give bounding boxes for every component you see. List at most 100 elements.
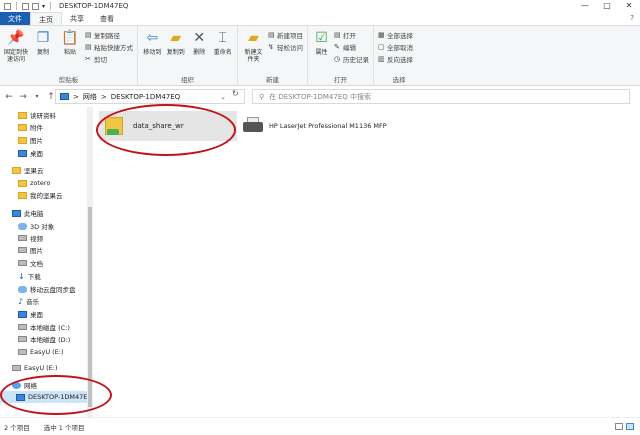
sidebar-item-nutstore[interactable]: 坚果云 bbox=[12, 164, 44, 176]
history-button[interactable]: ◷ 历史记录 bbox=[334, 54, 369, 64]
sidebar-item-this-pc[interactable]: 此电脑 bbox=[12, 207, 44, 219]
sidebar-item-3d-objects[interactable]: 3D 对象 bbox=[18, 220, 54, 232]
copy-path-icon: ▤ bbox=[85, 30, 92, 39]
details-view-icon[interactable] bbox=[615, 423, 623, 430]
select-none-icon: ▢ bbox=[378, 42, 385, 51]
move-to-label: 移动到 bbox=[143, 49, 162, 56]
help-icon[interactable]: ? bbox=[630, 14, 634, 22]
clipboard-group-label: 剪贴板 bbox=[58, 76, 79, 84]
folder-icon bbox=[18, 191, 27, 199]
recent-locations-button[interactable]: ▾ bbox=[30, 93, 44, 100]
computer-icon bbox=[16, 393, 25, 401]
sidebar-item-downloads[interactable]: ↓ 下载 bbox=[18, 270, 41, 282]
sidebar-item-desktop-computer[interactable]: DESKTOP-1DM47E bbox=[0, 391, 88, 403]
printer-icon bbox=[243, 117, 265, 135]
edit-button[interactable]: ✎ 编辑 bbox=[334, 42, 369, 52]
open-button[interactable]: ▤ 打开 bbox=[334, 30, 369, 40]
breadcrumb-network[interactable]: 网络 bbox=[83, 92, 97, 102]
sidebar-item-zotero[interactable]: zotero bbox=[18, 177, 50, 189]
maximize-button[interactable]: □ bbox=[596, 0, 618, 12]
status-bar: 2 个项目 选中 1 个项目 bbox=[0, 417, 640, 435]
explorer-icon bbox=[4, 2, 11, 10]
close-button[interactable]: ✕ bbox=[618, 0, 640, 12]
sidebar-item-network[interactable]: 网络 bbox=[12, 379, 37, 391]
open-label: 打开 bbox=[343, 32, 356, 40]
breadcrumb-desktop[interactable]: DESKTOP-1DM47EQ bbox=[111, 93, 180, 101]
sidebar-item-drive-c[interactable]: 本地磁盘 (C:) bbox=[18, 321, 70, 333]
new-folder-icon[interactable] bbox=[32, 2, 39, 10]
tab-view[interactable]: 查看 bbox=[92, 12, 122, 25]
copy-path-button[interactable]: ▤ 复制路径 bbox=[85, 30, 133, 40]
sidebar-item-pictures[interactable]: 图片 bbox=[18, 244, 43, 256]
select-all-icon: ▦ bbox=[378, 30, 385, 39]
sidebar-item-drive-e[interactable]: EasyU (E:) bbox=[18, 346, 64, 358]
tab-share[interactable]: 共享 bbox=[62, 12, 92, 25]
forward-button[interactable]: → bbox=[16, 92, 30, 102]
properties-icon[interactable] bbox=[22, 2, 29, 10]
sidebar-item-label: 此电脑 bbox=[24, 210, 44, 218]
sidebar-item-my-nutstore[interactable]: 我的坚果云 bbox=[18, 189, 63, 201]
organize-group-label: 组织 bbox=[181, 76, 194, 84]
sidebar-item-videos[interactable]: 视频 bbox=[18, 232, 43, 244]
sidebar-item-drive-d[interactable]: 本地磁盘 (D:) bbox=[18, 333, 70, 345]
sidebar-item-documents[interactable]: 文档 bbox=[18, 257, 43, 269]
select-all-button[interactable]: ▦ 全部选择 bbox=[378, 30, 413, 40]
sidebar-item-drive-e-root[interactable]: EasyU (E:) bbox=[12, 362, 58, 374]
copy-icon: ❐ bbox=[36, 29, 50, 46]
rename-label: 重命名 bbox=[213, 49, 232, 56]
sidebar-item-pictures-folder[interactable]: 图片 bbox=[18, 134, 43, 146]
download-icon: ↓ bbox=[18, 271, 25, 281]
easy-access-button[interactable]: ↯ 轻松访问 bbox=[268, 42, 303, 52]
easy-access-icon: ↯ bbox=[268, 42, 274, 51]
shared-folder-icon bbox=[105, 115, 125, 137]
chevron-down-icon[interactable]: ▾ bbox=[42, 3, 45, 10]
new-group-label: 新建 bbox=[266, 76, 279, 84]
cut-button[interactable]: ✂ 剪切 bbox=[85, 54, 133, 64]
easy-access-label: 轻松访问 bbox=[277, 44, 303, 52]
ribbon-tabs: 文件 主页 共享 查看 bbox=[0, 12, 640, 26]
content-pane: data_share_wr HP LaserJet Professional M… bbox=[93, 107, 640, 417]
sidebar-item-reading-materials[interactable]: 读研资料 bbox=[18, 109, 56, 121]
sidebar-item-label: 本地磁盘 (D:) bbox=[30, 336, 71, 344]
documents-icon bbox=[18, 260, 27, 266]
tab-home[interactable]: 主页 bbox=[30, 12, 62, 25]
breadcrumb-separator: > bbox=[73, 92, 79, 101]
select-none-button[interactable]: ▢ 全部取消 bbox=[378, 42, 413, 52]
drive-icon bbox=[18, 336, 27, 342]
sidebar-item-music[interactable]: ♪ 音乐 bbox=[18, 295, 39, 307]
open-group-label: 打开 bbox=[334, 76, 347, 84]
divider bbox=[50, 2, 52, 10]
tab-file[interactable]: 文件 bbox=[0, 12, 30, 25]
selected-count: 选中 1 个项目 bbox=[43, 423, 85, 432]
search-placeholder: 在 DESKTOP-1DM47EQ 中搜索 bbox=[269, 92, 371, 101]
sidebar-item-desktop[interactable]: 桌面 bbox=[18, 308, 43, 320]
refresh-button[interactable]: ↻ bbox=[232, 89, 239, 98]
paste-shortcut-button[interactable]: ▤ 粘贴快捷方式 bbox=[85, 42, 133, 52]
scrollbar-thumb[interactable] bbox=[88, 207, 92, 407]
tiles-view-icon[interactable] bbox=[626, 423, 634, 430]
sidebar-item-attachments[interactable]: 附件 bbox=[18, 121, 43, 133]
item-label: HP LaserJet Professional M1136 MFP bbox=[269, 122, 387, 130]
properties-label: 属性 bbox=[315, 49, 328, 56]
list-item-shared-folder[interactable]: data_share_wr bbox=[99, 111, 237, 141]
select-group-label: 选择 bbox=[392, 76, 406, 84]
item-label: data_share_wr bbox=[133, 122, 184, 130]
back-button[interactable]: ← bbox=[2, 92, 16, 102]
sidebar-item-desktop-quick[interactable]: 桌面 bbox=[18, 147, 43, 159]
address-input[interactable]: > 网络 > DESKTOP-1DM47EQ ⌄ bbox=[55, 89, 245, 104]
minimize-button[interactable]: — bbox=[574, 0, 596, 12]
edit-icon: ✎ bbox=[334, 42, 340, 51]
sidebar-item-mobile-cloud[interactable]: 移动云盘同步盘 bbox=[18, 283, 76, 295]
invert-selection-button[interactable]: ▥ 反向选择 bbox=[378, 54, 413, 64]
music-icon: ♪ bbox=[18, 296, 24, 306]
pin-icon: 📌 bbox=[7, 29, 25, 46]
new-item-button[interactable]: ▤ 新建项目 bbox=[268, 30, 303, 40]
open-group: ☑ 属性 ▤ 打开 ✎ 编辑 ◷ 历史记录 打开 bbox=[308, 26, 374, 86]
chevron-down-icon[interactable]: ⌄ bbox=[220, 93, 226, 101]
copy-to-icon: ▰ bbox=[170, 29, 182, 46]
new-folder-icon: ▰ bbox=[248, 29, 259, 46]
list-item-printer[interactable]: HP LaserJet Professional M1136 MFP bbox=[241, 111, 401, 141]
drive-icon bbox=[12, 365, 21, 371]
paste-shortcut-label: 粘贴快捷方式 bbox=[94, 44, 133, 52]
search-input[interactable]: ⚲ 在 DESKTOP-1DM47EQ 中搜索 bbox=[252, 89, 630, 104]
